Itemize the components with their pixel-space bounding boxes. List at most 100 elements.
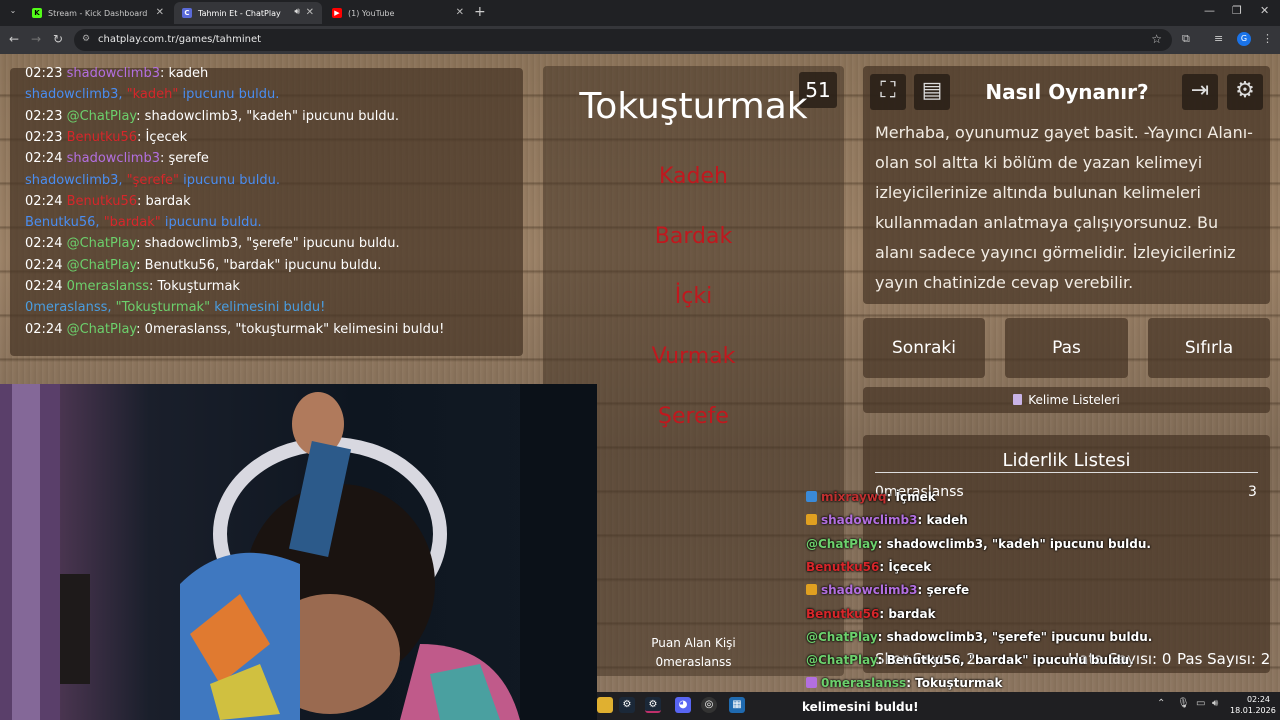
- steam-active-icon[interactable]: ⚙: [645, 697, 661, 713]
- tab-title: Tahmin Et - ChatPlay: [198, 8, 281, 18]
- chat-line: 02:24 Benutku56: bardak: [25, 194, 191, 209]
- url-text: chatplay.com.tr/games/tahminet: [98, 34, 262, 45]
- profile-avatar[interactable]: G: [1237, 32, 1251, 46]
- chat-time: 02:24: [25, 193, 63, 209]
- overlay-chat-line: 0meraslanss: Tokuşturmak: [806, 676, 1002, 690]
- chat-user: shadowclimb3: [66, 151, 160, 167]
- chat-separator: :: [136, 257, 145, 273]
- chat-user: shadowclimb3,: [25, 172, 123, 188]
- notes-icon[interactable]: ▤: [914, 74, 950, 110]
- media-controls-icon[interactable]: ≡: [1214, 32, 1223, 45]
- chat-separator: :: [159, 66, 169, 81]
- chat-line: shadowclimb3, "kadeh" ipucunu buldu.: [25, 87, 279, 102]
- close-window-icon[interactable]: ✕: [1260, 4, 1269, 17]
- minimize-icon[interactable]: —: [1204, 4, 1215, 17]
- address-bar: ← → ↻ ⚙ chatplay.com.tr/games/tahminet ☆…: [0, 26, 1280, 54]
- word-lists-button[interactable]: Kelime Listeleri: [863, 387, 1270, 413]
- overlay-user: @ChatPlay: [806, 536, 878, 551]
- new-tab-button[interactable]: +: [474, 4, 486, 20]
- overlay-message: : İçecek: [879, 559, 932, 574]
- forbidden-word: İçki: [674, 284, 713, 309]
- chat-line: 02:24 shadowclimb3: şerefe: [25, 151, 209, 166]
- overlay-message: : shadowclimb3, "kadeh" ipucunu buldu.: [877, 536, 1151, 551]
- tray-chevron-icon[interactable]: ⌃: [1157, 698, 1165, 709]
- close-tab-icon[interactable]: ✕: [456, 7, 464, 18]
- overlay-user: @ChatPlay: [806, 629, 878, 644]
- settings-gear-icon[interactable]: ⚙: [1227, 74, 1263, 110]
- back-icon[interactable]: ←: [9, 32, 19, 46]
- discord-icon[interactable]: ◕: [675, 697, 691, 713]
- overlay-message: : İçmek: [886, 490, 936, 504]
- chat-line: 02:24 @ChatPlay: 0meraslanss, "tokuşturm…: [25, 322, 444, 337]
- exit-icon[interactable]: ⇥: [1182, 74, 1218, 110]
- chat-message: İçecek: [145, 129, 188, 145]
- webcam-image: [0, 384, 597, 720]
- chat-user: @ChatPlay: [66, 257, 137, 273]
- maximize-icon[interactable]: ❐: [1232, 4, 1242, 17]
- menu-icon[interactable]: ⋮: [1262, 32, 1273, 45]
- reset-button[interactable]: Sıfırla: [1148, 318, 1270, 378]
- mic-icon[interactable]: 🎙︎: [1177, 698, 1190, 709]
- volume-icon[interactable]: 🔊︎: [1212, 698, 1218, 709]
- chat-time: 02:24: [25, 151, 63, 167]
- chat-message: ipucunu buldu.: [178, 87, 280, 103]
- clock-time: 02:24: [1246, 695, 1270, 704]
- overlay-chat-line: Benutku56: bardak: [806, 607, 936, 621]
- chat-message: şerefe: [168, 151, 209, 167]
- file-explorer-icon[interactable]: [597, 697, 613, 713]
- next-button[interactable]: Sonraki: [863, 318, 985, 378]
- chat-message: bardak: [145, 193, 191, 209]
- overlay-user: 0meraslanss: [821, 676, 907, 691]
- chat-separator: :: [149, 279, 158, 294]
- mic-badge-icon: [806, 677, 817, 689]
- overlay-message: : kadeh: [917, 513, 968, 528]
- chat-hint: "şerefe": [126, 172, 180, 188]
- tab-kick[interactable]: K Stream - Kick Dashboard ✕: [24, 2, 172, 24]
- chatplay-icon: C: [182, 8, 192, 18]
- chat-separator: :: [159, 151, 169, 167]
- chat-hint: "bardak": [103, 215, 161, 231]
- close-tab-icon[interactable]: ✕: [156, 7, 164, 18]
- site-info-icon[interactable]: ⚙: [82, 34, 90, 44]
- crown-badge-icon: [806, 514, 817, 526]
- tab-search-icon[interactable]: ⌄: [6, 6, 20, 20]
- speaker-icon[interactable]: 🔊︎: [294, 7, 300, 17]
- chat-hint: "Tokuşturmak": [115, 300, 211, 316]
- tab-youtube[interactable]: ▶ (1) YouTube ✕: [324, 2, 472, 24]
- chat-time: 02:24: [25, 279, 63, 294]
- howto-text: Merhaba, oyunumuz gayet basit. -Yayıncı …: [875, 123, 1253, 292]
- chat-separator: :: [137, 129, 146, 145]
- network-icon[interactable]: ▭: [1196, 698, 1205, 709]
- forward-icon[interactable]: →: [31, 32, 41, 46]
- chat-user: 0meraslanss,: [25, 300, 112, 316]
- forbidden-word: Kadeh: [659, 164, 728, 189]
- chat-message: Benutku56, "bardak" ipucunu buldu.: [144, 257, 382, 273]
- chat-user: @ChatPlay: [66, 321, 137, 337]
- crown-badge-icon: [806, 584, 817, 596]
- chat-user: Benutku56,: [25, 215, 100, 231]
- chat-line: 02:24 0meraslanss: Tokuşturmak: [25, 279, 240, 294]
- obs-icon[interactable]: ◎: [701, 697, 717, 713]
- list-icon: [1013, 394, 1023, 405]
- leaderboard-score: 3: [1248, 484, 1257, 500]
- chat-message: shadowclimb3, "kadeh" ipucunu buldu.: [144, 108, 399, 124]
- fullscreen-icon[interactable]: ⛶: [870, 74, 906, 110]
- pass-button[interactable]: Pas: [1005, 318, 1128, 378]
- main-word: Tokuşturmak: [579, 86, 808, 127]
- reload-icon[interactable]: ↻: [53, 32, 63, 46]
- overlay-chat-line: shadowclimb3: kadeh: [806, 513, 968, 527]
- close-tab-icon[interactable]: ✕: [306, 7, 314, 18]
- steam-icon[interactable]: ⚙: [619, 697, 635, 713]
- chat-separator: :: [137, 193, 146, 209]
- extensions-icon[interactable]: ⧉: [1182, 32, 1190, 46]
- chat-user: Benutku56: [66, 193, 138, 209]
- app-icon[interactable]: ▦: [729, 697, 745, 713]
- chat-message: kadeh: [168, 66, 209, 81]
- chat-time: 02:24: [25, 321, 63, 337]
- url-field[interactable]: ⚙ chatplay.com.tr/games/tahminet ☆: [74, 29, 1172, 51]
- overlay-chat-line: shadowclimb3: şerefe: [806, 583, 969, 597]
- chat-user: @ChatPlay: [66, 108, 137, 124]
- bookmark-star-icon[interactable]: ☆: [1151, 32, 1162, 46]
- overlay-chat-line: mixraywq: İçmek: [806, 490, 936, 504]
- tab-chatplay[interactable]: C Tahmin Et - ChatPlay 🔊︎ ✕: [174, 2, 322, 24]
